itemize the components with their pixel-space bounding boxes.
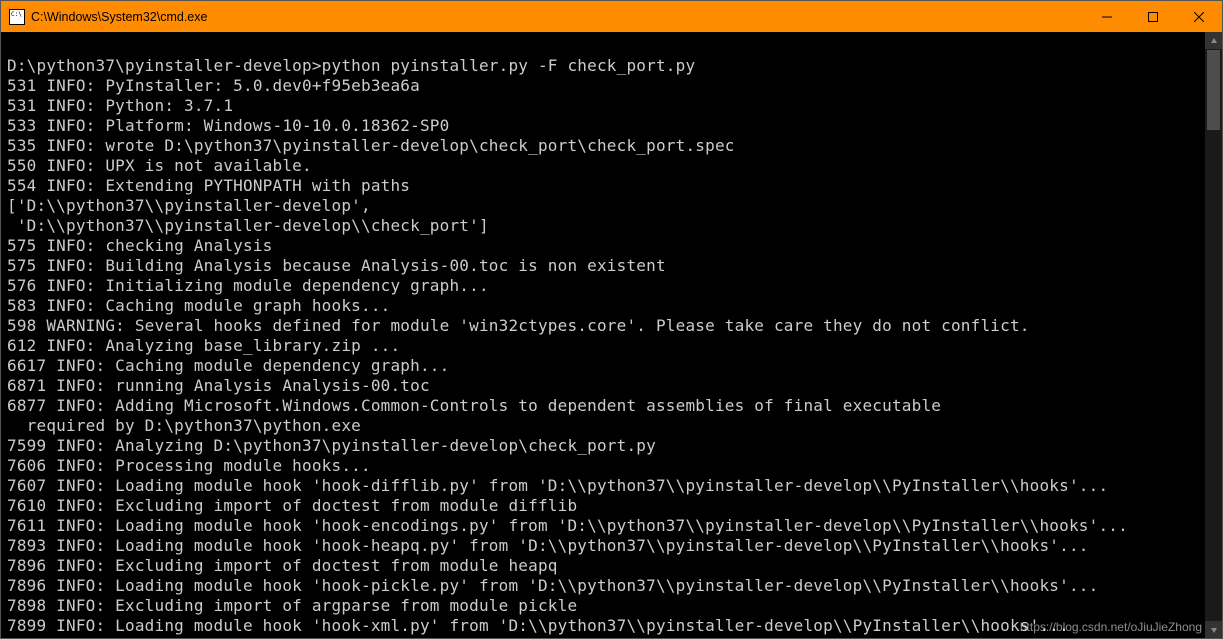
client-area: D:\python37\pyinstaller-develop>python p… (1, 32, 1222, 638)
titlebar[interactable]: C:\Windows\System32\cmd.exe (1, 1, 1222, 32)
close-button[interactable] (1176, 1, 1222, 32)
scroll-thumb[interactable] (1207, 50, 1220, 130)
cmd-window: C:\Windows\System32\cmd.exe D:\python37\… (0, 0, 1223, 639)
minimize-button[interactable] (1084, 1, 1130, 32)
maximize-button[interactable] (1130, 1, 1176, 32)
console-output[interactable]: D:\python37\pyinstaller-develop>python p… (1, 32, 1205, 638)
window-controls (1084, 1, 1222, 32)
window-title: C:\Windows\System32\cmd.exe (31, 10, 1084, 24)
cmd-icon (9, 9, 25, 25)
vertical-scrollbar[interactable] (1205, 32, 1222, 638)
scroll-up-button[interactable] (1205, 32, 1222, 49)
scroll-down-button[interactable] (1205, 621, 1222, 638)
